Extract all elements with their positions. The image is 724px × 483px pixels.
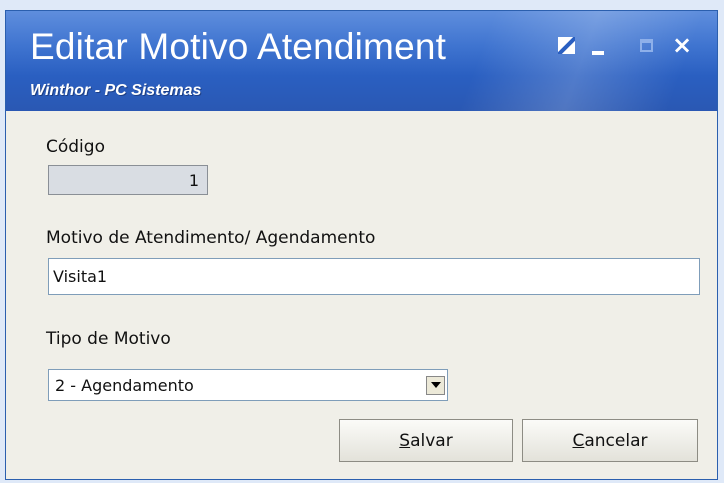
cancel-label: ancelar <box>584 430 648 451</box>
save-label: alvar <box>410 430 453 451</box>
close-icon[interactable]: × <box>670 31 694 59</box>
codigo-label: Código <box>46 137 105 157</box>
cancel-button[interactable]: Cancelar <box>522 419 698 462</box>
maximize-icon[interactable] <box>634 33 658 57</box>
form-area: Código 1 Motivo de Atendimento/ Agendame… <box>6 111 717 479</box>
cancel-accel: C <box>572 430 585 451</box>
dialog-window: Editar Motivo Atendiment Winthor - PC Si… <box>5 10 718 480</box>
window-subtitle: Winthor - PC Sistemas <box>30 82 202 99</box>
window-title: Editar Motivo Atendiment <box>30 26 447 67</box>
save-button[interactable]: Salvar <box>339 419 513 462</box>
tipo-select[interactable]: 2 - Agendamento <box>48 369 448 401</box>
motivo-label: Motivo de Atendimento/ Agendamento <box>46 228 376 248</box>
title-bar[interactable]: Editar Motivo Atendiment Winthor - PC Si… <box>6 11 717 111</box>
tipo-selected-value: 2 - Agendamento <box>55 375 194 395</box>
chevron-down-icon[interactable] <box>426 375 445 395</box>
motivo-input[interactable]: Visita1 <box>48 258 700 295</box>
minimize-icon[interactable] <box>586 33 610 57</box>
tipo-label: Tipo de Motivo <box>46 329 171 349</box>
save-accel: S <box>399 430 411 451</box>
edit-icon[interactable] <box>554 33 578 57</box>
codigo-field: 1 <box>48 165 208 195</box>
